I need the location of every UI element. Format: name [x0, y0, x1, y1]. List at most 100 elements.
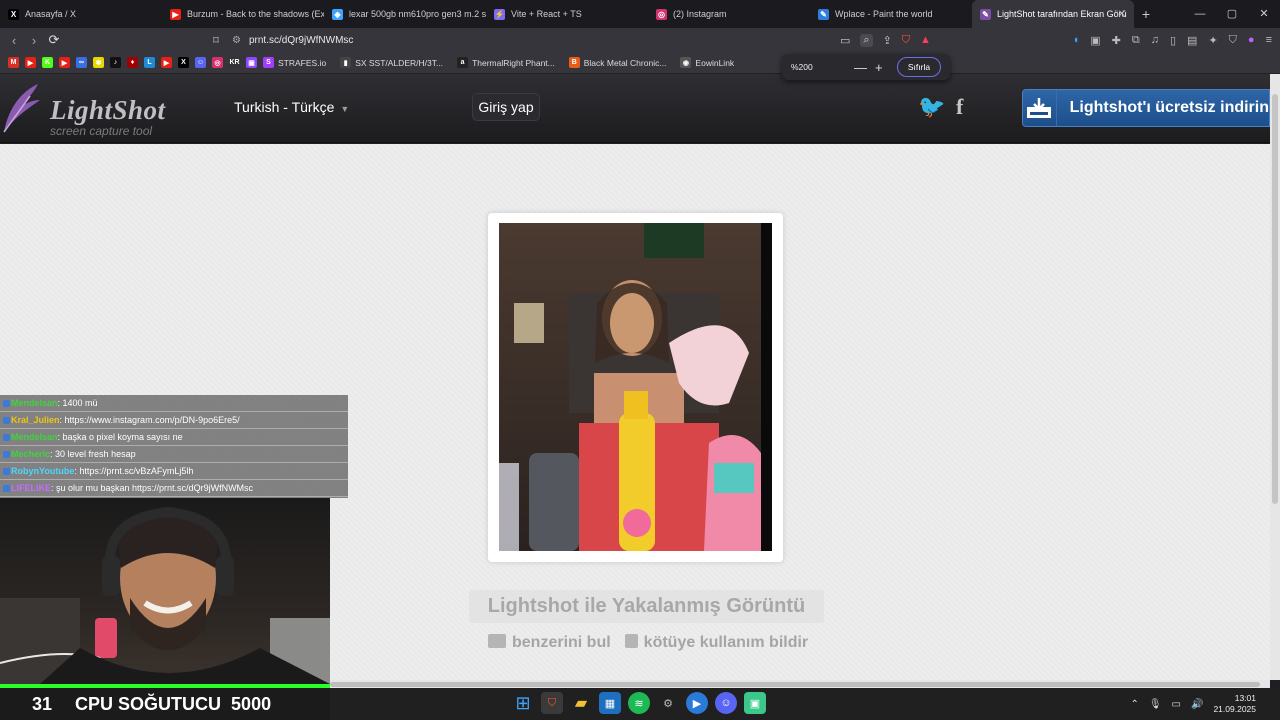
volume-icon[interactable]: 🔊 — [1191, 699, 1203, 710]
bookmark-3[interactable]: ▶ — [59, 57, 70, 68]
bookmark-15[interactable]: S STRAFES.io — [263, 57, 326, 68]
tab-6[interactable]: ✎ LightShot tarafından Ekran Görü ✕ — [972, 0, 1134, 28]
minimize-window-button[interactable]: — — [1184, 0, 1216, 28]
new-tab-button[interactable]: + — [1134, 6, 1158, 22]
bookmark-19[interactable]: ◉ EowinLink — [680, 57, 734, 68]
zoom-icon[interactable]: ⌕ — [860, 33, 873, 47]
app-3-icon[interactable]: ▣ — [744, 692, 766, 714]
extension-2-icon[interactable]: ⧉ — [1132, 34, 1140, 47]
system-clock[interactable]: 13:01 21.09.2025 — [1213, 693, 1256, 715]
cast-icon[interactable]: ▭ — [840, 34, 850, 47]
brave-rewards-icon[interactable]: ▲ — [920, 34, 931, 46]
tab-favicon-icon: ◆ — [332, 8, 343, 20]
wallet-icon[interactable]: ▤ — [1187, 34, 1197, 47]
app-icon[interactable]: ⚙ — [657, 692, 679, 714]
bookmark-2[interactable]: K — [42, 57, 53, 68]
tab-0[interactable]: X Anasayfa / X — [0, 0, 162, 28]
goal-count: 31 — [32, 693, 53, 714]
bookmark-12[interactable]: ◎ — [212, 57, 223, 68]
zoom-out-button[interactable]: — — [854, 60, 867, 75]
find-similar-link[interactable]: benzerini bul — [488, 634, 611, 652]
bookmark-7[interactable]: ♦ — [127, 57, 138, 68]
bookmark-18[interactable]: B Black Metal Chronic... — [568, 57, 666, 68]
bookmark-16[interactable]: ▮ SX SST/ALDER/H/3T... — [340, 57, 443, 68]
tray-overflow-icon[interactable]: ⌃ — [1130, 699, 1138, 710]
tab-2[interactable]: ◆ lexar 500gb nm610pro gen3 m.2 ssd — [324, 0, 486, 28]
twitter-icon[interactable]: 🐦 — [918, 94, 945, 120]
download-button[interactable]: Lightshot'ı ücretsiz indirin — [1022, 89, 1270, 127]
vpn-icon[interactable]: ⛉ — [1229, 34, 1237, 47]
microphone-icon[interactable]: 🎙 — [1149, 699, 1162, 710]
chat-message: LIFELIKE: şu olur mu başkan https://prnt… — [0, 480, 348, 497]
reload-icon[interactable]: ⟳ — [44, 32, 64, 48]
horizontal-scroll-thumb[interactable] — [330, 682, 1260, 687]
leo-icon[interactable]: ✦ — [1208, 34, 1217, 47]
tab-3[interactable]: ⚡ Vite + React + TS — [486, 0, 648, 28]
lightshot-logo[interactable]: LightShot screen capture tool — [0, 82, 180, 138]
bookmark-favicon-icon: ✱ — [93, 57, 104, 68]
tab-label: Burzum - Back to the shadows (Exte — [187, 9, 324, 19]
share-icon[interactable]: ⇪ — [883, 34, 892, 47]
bookmark-6[interactable]: ♪ — [110, 57, 121, 68]
app-2-icon[interactable]: ▶ — [686, 692, 708, 714]
bookmark-icon[interactable]: ⌑ — [206, 34, 226, 47]
music-icon[interactable]: ♫ — [1151, 34, 1159, 46]
goal-target: 5000 — [231, 693, 272, 714]
tab-close-icon[interactable]: ✕ — [1118, 9, 1126, 20]
badge-icon — [3, 451, 10, 458]
network-icon[interactable]: ▭ — [1172, 699, 1181, 710]
report-abuse-link[interactable]: kötüye kullanım bildir — [624, 634, 808, 652]
sidebar-icon[interactable]: ▯ — [1170, 34, 1176, 47]
tab-label: (2) Instagram — [673, 9, 727, 19]
brave-shield-icon[interactable]: ⛉ — [902, 34, 910, 47]
forward-icon[interactable]: › — [24, 33, 44, 48]
bookmark-5[interactable]: ✱ — [93, 57, 104, 68]
extensions-icon[interactable]: ✚ — [1112, 34, 1121, 47]
file-explorer-icon[interactable]: ▰ — [570, 692, 592, 714]
zoom-in-button[interactable]: + — [875, 60, 883, 75]
audio-icon[interactable]: ◖ — [1073, 34, 1080, 46]
language-select[interactable]: Turkish - Türkçe ▼ — [234, 99, 349, 115]
bookmark-favicon-icon: S — [263, 57, 274, 68]
tab-label: Wplace - Paint the world — [835, 9, 933, 19]
discord-icon[interactable]: ☺ — [715, 692, 737, 714]
bookmark-4[interactable]: ∞ — [76, 57, 87, 68]
tab-favicon-icon: ⚡ — [494, 8, 505, 20]
profile-icon[interactable]: ● — [1248, 34, 1255, 46]
zoom-reset-button[interactable]: Sıfırla — [897, 57, 941, 77]
page-title: Lightshot ile Yakalanmış Görüntü — [469, 590, 824, 623]
bookmark-1[interactable]: ▶ — [25, 57, 36, 68]
vertical-scroll-thumb[interactable] — [1272, 94, 1278, 504]
chat-username: Mendelsan — [11, 432, 58, 442]
bookmark-favicon-icon: ☺ — [195, 57, 206, 68]
vertical-scrollbar[interactable] — [1270, 74, 1280, 680]
back-icon[interactable]: ‹ — [4, 33, 24, 48]
bookmark-14[interactable]: ▣ — [246, 57, 257, 68]
bookmark-17[interactable]: a ThermalRight Phant... — [457, 57, 555, 68]
screenshot-image[interactable] — [499, 223, 772, 551]
camera-icon — [488, 634, 506, 648]
store-icon[interactable]: ▦ — [599, 692, 621, 714]
facebook-icon[interactable]: f — [956, 94, 963, 120]
tab-1[interactable]: ▶ Burzum - Back to the shadows (Exte — [162, 0, 324, 28]
browser-toolbar: ‹ › ⟳ ⌑ ⚙ prnt.sc/dQr9jWfNWMsc ▭ ⌕ ⇪ ⛉ ▲… — [0, 28, 1280, 52]
bookmark-0[interactable]: M — [8, 57, 19, 68]
badge-icon — [3, 468, 10, 475]
tab-5[interactable]: ✎ Wplace - Paint the world — [810, 0, 972, 28]
bookmark-8[interactable]: L — [144, 57, 155, 68]
tab-4[interactable]: ◎ (2) Instagram — [648, 0, 810, 28]
bookmark-9[interactable]: ▶ — [161, 57, 172, 68]
login-button[interactable]: Giriş yap — [472, 93, 540, 121]
spotify-icon[interactable]: ≋ — [628, 692, 650, 714]
bookmark-10[interactable]: X — [178, 57, 189, 68]
menu-icon[interactable]: ≡ — [1266, 34, 1272, 46]
windows-start-icon[interactable]: ⊞ — [512, 692, 534, 714]
brave-browser-icon[interactable]: ⛉ — [541, 692, 563, 714]
webcam-overlay — [0, 498, 330, 684]
bookmark-11[interactable]: ☺ — [195, 57, 206, 68]
site-info-icon[interactable]: ⚙ — [232, 35, 241, 46]
maximize-window-button[interactable]: ▢ — [1216, 0, 1248, 28]
bookmark-13[interactable]: KR — [229, 57, 240, 68]
close-window-button[interactable]: ✕ — [1248, 0, 1280, 28]
extension-1-icon[interactable]: ▣ — [1090, 34, 1100, 47]
